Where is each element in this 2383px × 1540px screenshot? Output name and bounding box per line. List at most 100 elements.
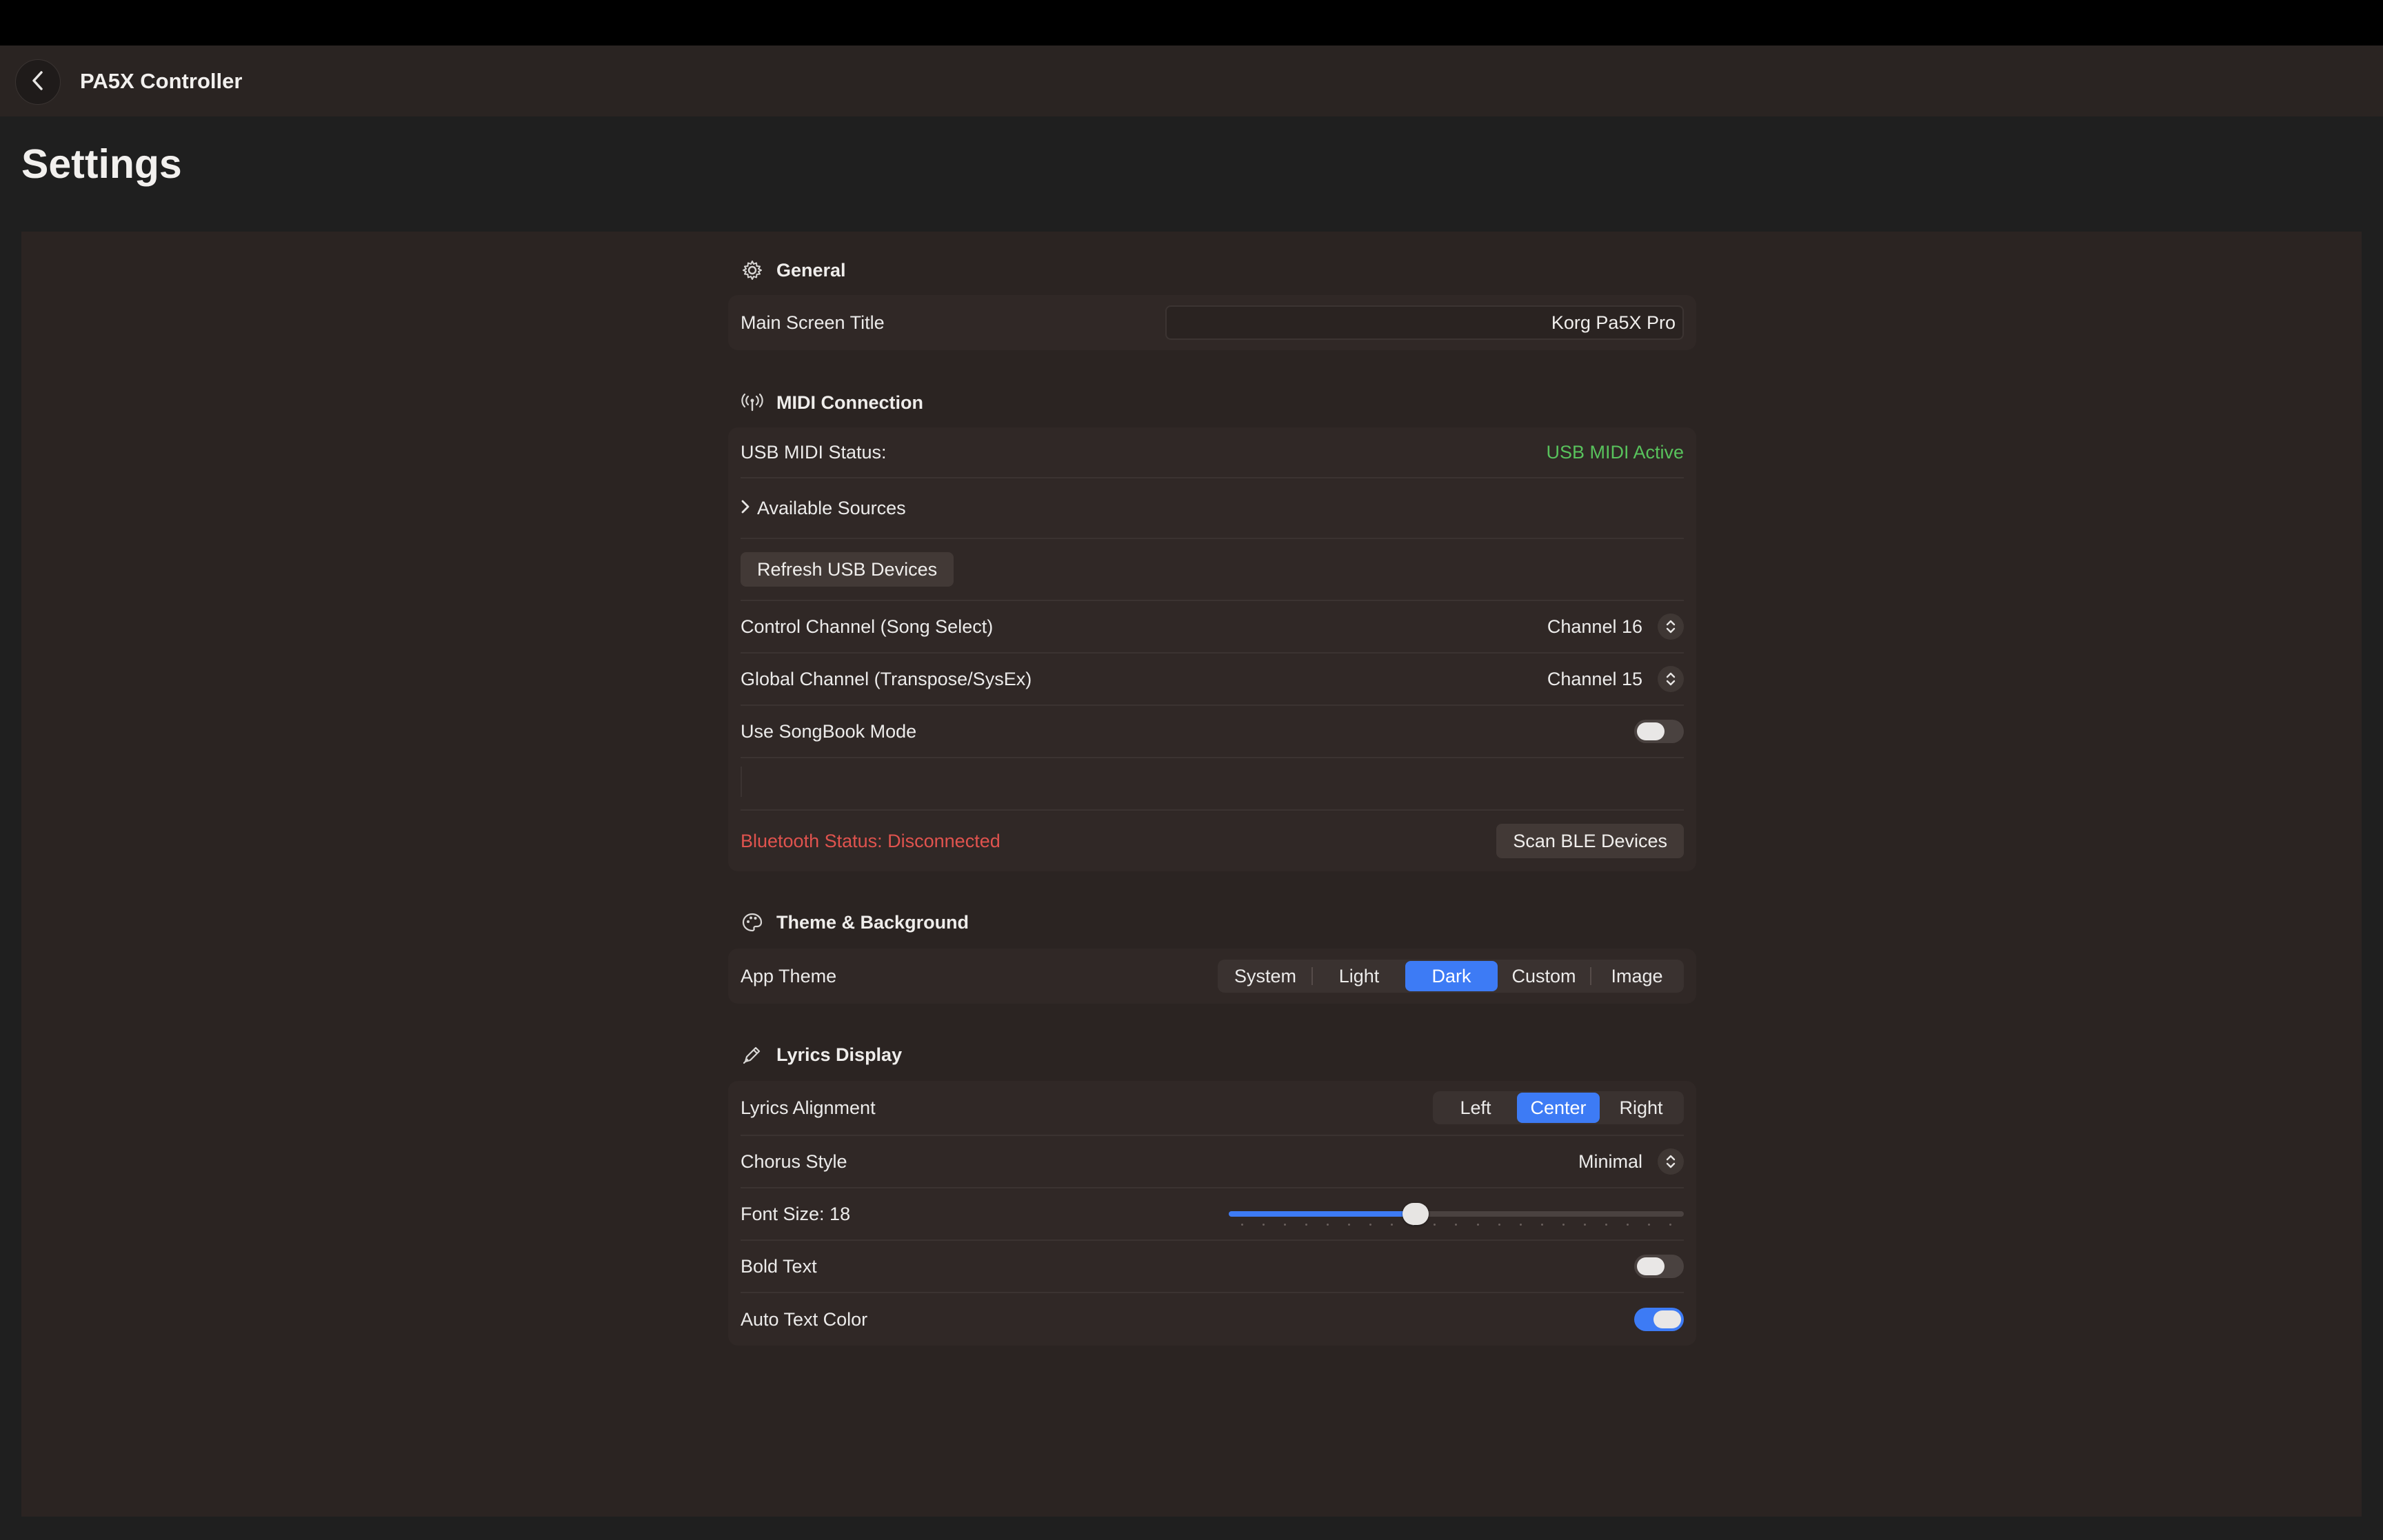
chorus-style-picker[interactable]: Minimal [1578, 1148, 1684, 1175]
slider-tick [1476, 1224, 1479, 1226]
section-theme-title: Theme & Background [776, 911, 969, 933]
slider-tick [1498, 1224, 1500, 1226]
slider-tick [1583, 1224, 1586, 1226]
theme-option-dark[interactable]: Dark [1405, 961, 1498, 991]
scan-ble-devices-button[interactable]: Scan BLE Devices [1496, 824, 1684, 858]
app-theme-label: App Theme [741, 965, 837, 986]
palette-icon [741, 911, 764, 934]
songbook-toggle[interactable] [1634, 720, 1684, 743]
alignment-option-right[interactable]: Right [1600, 1093, 1682, 1123]
global-channel-label: Global Channel (Transpose/SysEx) [741, 668, 1032, 689]
refresh-usb-devices-button[interactable]: Refresh USB Devices [741, 552, 954, 587]
chevron-left-icon [30, 70, 46, 94]
bluetooth-row: Bluetooth Status: Disconnected Scan BLE … [741, 811, 1684, 871]
section-midi-title: MIDI Connection [776, 392, 923, 413]
slider-tick [1327, 1224, 1329, 1226]
usb-status-row: USB MIDI Status: USB MIDI Active [741, 427, 1684, 477]
available-sources-disclosure[interactable]: Available Sources [741, 478, 1684, 538]
antenna-icon [741, 391, 764, 414]
font-size-label: Font Size: 18 [741, 1203, 851, 1224]
section-midi-header: MIDI Connection [741, 387, 923, 418]
slider-tick [1284, 1224, 1287, 1226]
alignment-option-left[interactable]: Left [1434, 1093, 1517, 1123]
control-channel-label: Control Channel (Song Select) [741, 616, 994, 637]
usb-status-label: USB MIDI Status: [741, 441, 887, 463]
global-channel-value: Channel 15 [1547, 668, 1642, 689]
control-channel-picker[interactable]: Channel 16 [1547, 614, 1684, 640]
slider-thumb[interactable] [1402, 1203, 1429, 1225]
slider-ticks [1241, 1224, 1671, 1226]
slider-tick [1263, 1224, 1265, 1226]
font-size-slider[interactable] [1229, 1200, 1684, 1228]
empty-field-indicator [741, 767, 742, 797]
songbook-row: Use SongBook Mode [741, 706, 1684, 757]
songbook-label: Use SongBook Mode [741, 720, 917, 742]
theme-card: App Theme System Light Dark Custom Image [728, 949, 1696, 1004]
slider-tick [1669, 1224, 1671, 1226]
section-theme-header: Theme & Background [741, 907, 969, 938]
up-down-chevron-icon [1658, 1148, 1684, 1175]
up-down-chevron-icon [1658, 614, 1684, 640]
main-screen-title-label: Main Screen Title [741, 312, 885, 333]
slider-tick [1519, 1224, 1522, 1226]
slider-tick [1562, 1224, 1565, 1226]
bold-text-row: Bold Text [741, 1241, 1684, 1292]
midi-card: USB MIDI Status: USB MIDI Active Availab… [728, 427, 1696, 871]
slider-tick [1434, 1224, 1436, 1226]
slider-tick [1348, 1224, 1351, 1226]
theme-option-light[interactable]: Light [1313, 961, 1405, 991]
font-size-row: Font Size: 18 [741, 1188, 1684, 1239]
top-bar [0, 0, 2383, 45]
slider-tick [1540, 1224, 1543, 1226]
slider-tick [1369, 1224, 1372, 1226]
global-channel-row: Global Channel (Transpose/SysEx) Channel… [741, 654, 1684, 705]
app-title: PA5X Controller [80, 69, 243, 93]
control-channel-row: Control Channel (Song Select) Channel 16 [741, 601, 1684, 652]
general-card: Main Screen Title Korg Pa5X Pro [728, 295, 1696, 350]
lyrics-card: Lyrics Alignment Left Center Right Choru… [728, 1081, 1696, 1346]
app-theme-row: App Theme System Light Dark Custom Image [741, 949, 1684, 1004]
chevron-right-icon [741, 498, 750, 519]
theme-option-image[interactable]: Image [1591, 961, 1682, 991]
theme-option-custom[interactable]: Custom [1498, 961, 1590, 991]
control-channel-value: Channel 16 [1547, 616, 1642, 637]
chorus-style-label: Chorus Style [741, 1151, 847, 1172]
page-title: Settings [21, 141, 182, 187]
auto-text-color-toggle[interactable] [1634, 1308, 1684, 1331]
chorus-style-row: Chorus Style Minimal [741, 1136, 1684, 1187]
auto-text-color-row: Auto Text Color [741, 1293, 1684, 1346]
main-screen-title-row: Main Screen Title Korg Pa5X Pro [741, 295, 1684, 350]
slider-tick [1647, 1224, 1650, 1226]
bluetooth-status: Bluetooth Status: Disconnected [741, 830, 1001, 851]
alignment-option-center[interactable]: Center [1517, 1093, 1600, 1123]
section-general-header: General [741, 255, 846, 285]
gear-icon [741, 259, 764, 282]
lyrics-alignment-segmented-control: Left Center Right [1433, 1091, 1684, 1124]
bold-text-label: Bold Text [741, 1255, 817, 1277]
slider-tick [1455, 1224, 1458, 1226]
divider [741, 757, 1684, 758]
slider-tick [1605, 1224, 1607, 1226]
theme-option-system[interactable]: System [1219, 961, 1311, 991]
section-general-title: General [776, 259, 846, 281]
available-sources-label: Available Sources [757, 497, 906, 518]
auto-text-color-label: Auto Text Color [741, 1308, 868, 1330]
lyrics-alignment-row: Lyrics Alignment Left Center Right [741, 1081, 1684, 1135]
slider-tick [1241, 1224, 1243, 1226]
slider-tick [1391, 1224, 1394, 1226]
refresh-row: Refresh USB Devices [741, 539, 1684, 600]
usb-status-value: USB MIDI Active [1546, 441, 1684, 463]
slider-tick [1305, 1224, 1308, 1226]
section-lyrics-title: Lyrics Display [776, 1044, 903, 1065]
global-channel-picker[interactable]: Channel 15 [1547, 666, 1684, 692]
slider-tick [1626, 1224, 1629, 1226]
main-screen-title-input[interactable]: Korg Pa5X Pro [1165, 305, 1684, 340]
navigation-bar: PA5X Controller [0, 45, 2383, 116]
section-lyrics-header: Lyrics Display [741, 1040, 902, 1070]
chorus-style-value: Minimal [1578, 1151, 1642, 1172]
settings-content: General Main Screen Title Korg Pa5X Pro [21, 232, 2362, 1517]
bold-text-toggle[interactable] [1634, 1255, 1684, 1278]
up-down-chevron-icon [1658, 666, 1684, 692]
app-theme-segmented-control: System Light Dark Custom Image [1218, 960, 1684, 993]
back-button[interactable] [15, 59, 61, 105]
